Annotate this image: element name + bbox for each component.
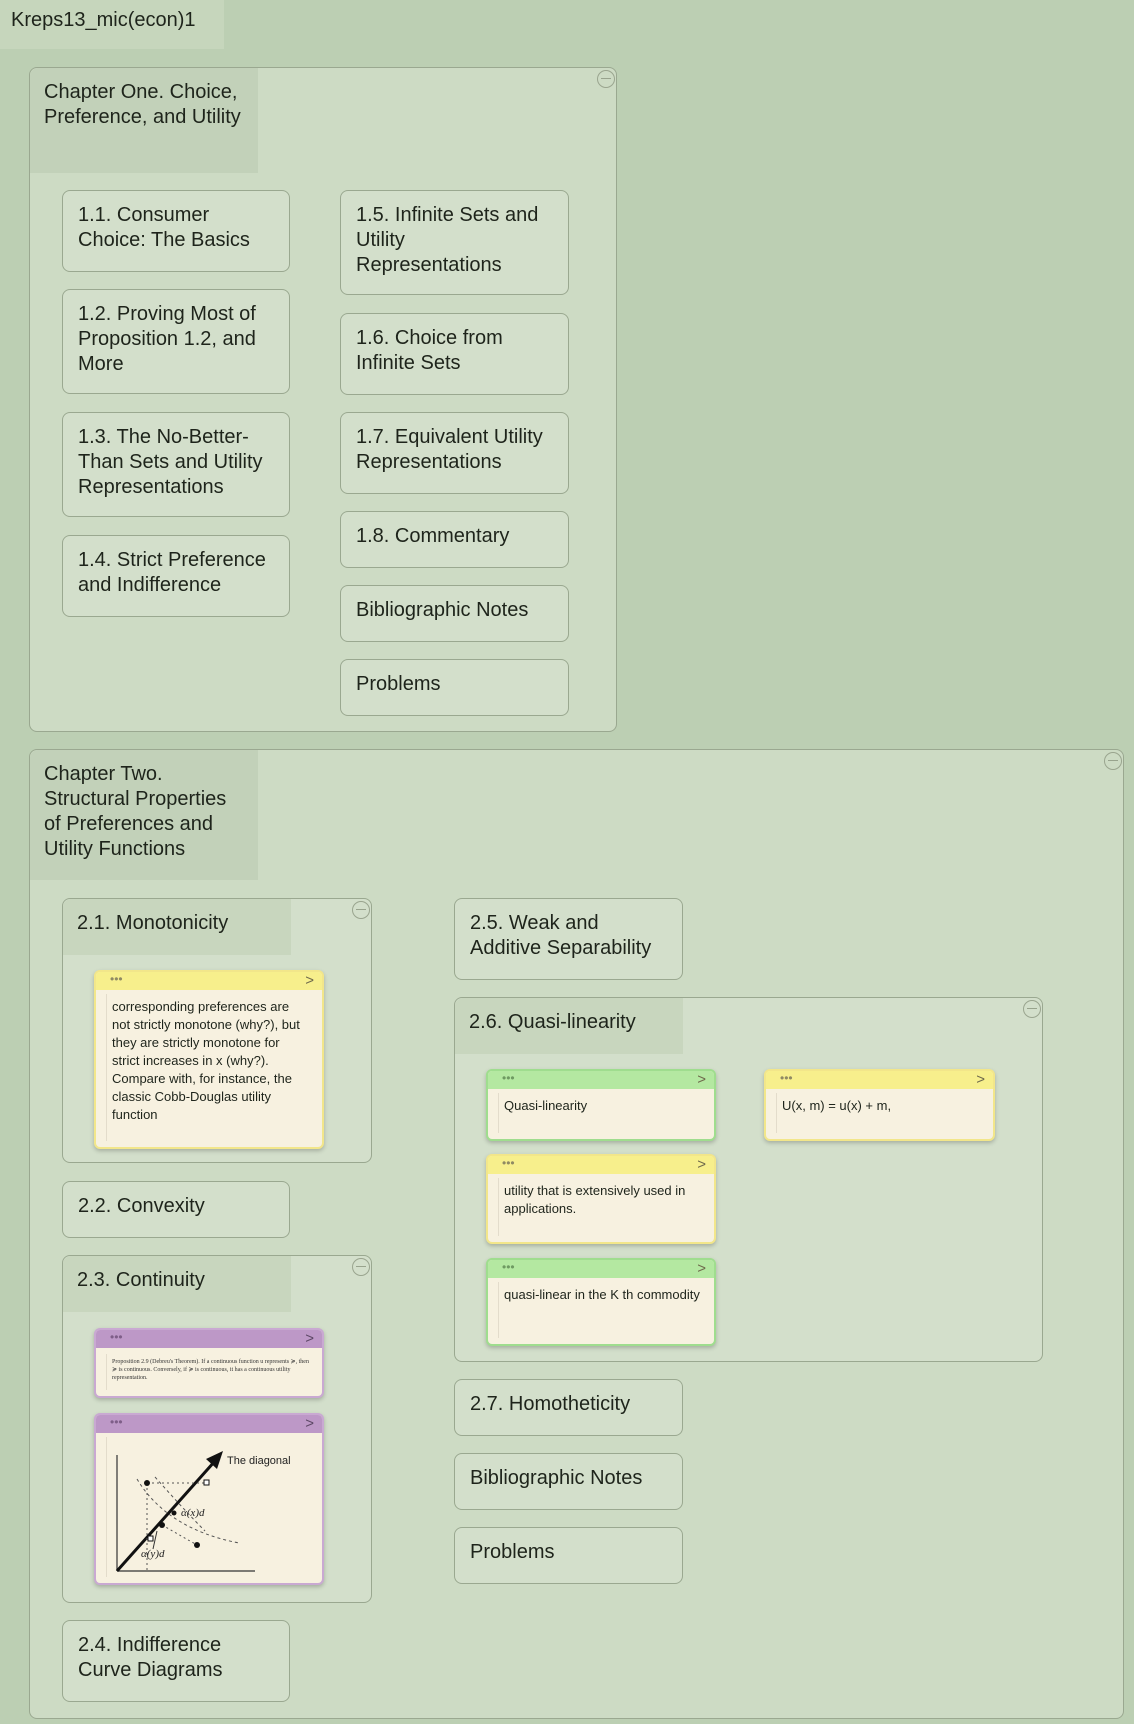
section-2-3-group: 2.3. Continuity ••• > Proposition 2.9 (D… (62, 1255, 372, 1603)
section-2-6-title[interactable]: 2.6. Quasi-linearity (455, 998, 683, 1054)
alpha-y-label: α(y)d (141, 1548, 165, 1560)
section-1-4[interactable]: 1.4. Strict Preference and Indifference (62, 535, 290, 617)
card-header: ••• > (96, 1330, 322, 1348)
chapter-two-group: Chapter Two. Structural Properties of Pr… (29, 749, 1124, 1719)
collapse-icon[interactable] (597, 70, 615, 88)
bibliographic-notes-1[interactable]: Bibliographic Notes (340, 585, 569, 642)
card-header: ••• > (488, 1071, 714, 1089)
section-1-1[interactable]: 1.1. Consumer Choice: The Basics (62, 190, 290, 272)
image-card-proposition[interactable]: ••• > Proposition 2.9 (Debreu's Theorem)… (94, 1328, 324, 1398)
note-text: utility that is extensively used in appl… (498, 1178, 708, 1236)
section-2-6-group: 2.6. Quasi-linearity ••• > Quasi-lineari… (454, 997, 1043, 1362)
card-header: ••• > (96, 1415, 322, 1433)
chapter-one-title[interactable]: Chapter One. Choice, Preference, and Uti… (30, 68, 258, 173)
proposition-excerpt: Proposition 2.9 (Debreu's Theorem). If a… (106, 1354, 316, 1390)
problems-2[interactable]: Problems (454, 1527, 683, 1584)
note-text: U(x, m) = u(x) + m, (776, 1093, 987, 1133)
note-card[interactable]: ••• > quasi-linear in the K th commodity (486, 1258, 716, 1346)
note-card[interactable]: ••• > utility that is extensively used i… (486, 1154, 716, 1244)
section-2-2[interactable]: 2.2. Convexity (62, 1181, 290, 1238)
chevron-right-icon[interactable]: > (697, 1072, 706, 1088)
problems-1[interactable]: Problems (340, 659, 569, 716)
card-header: ••• > (766, 1071, 993, 1089)
note-card[interactable]: ••• > corresponding preferences are not … (94, 970, 324, 1149)
more-icon[interactable]: ••• (502, 1157, 515, 1169)
section-2-4[interactable]: 2.4. Indifference Curve Diagrams (62, 1620, 290, 1702)
section-1-5[interactable]: 1.5. Infinite Sets and Utility Represent… (340, 190, 569, 295)
collapse-icon[interactable] (352, 901, 370, 919)
diagonal-label: The diagonal (227, 1455, 291, 1467)
chevron-right-icon[interactable]: > (305, 973, 314, 989)
alpha-x-label: α(x)d (181, 1507, 205, 1519)
chapter-one-group: Chapter One. Choice, Preference, and Uti… (29, 67, 617, 732)
note-card[interactable]: ••• > U(x, m) = u(x) + m, (764, 1069, 995, 1141)
more-icon[interactable]: ••• (502, 1072, 515, 1084)
section-2-3-title[interactable]: 2.3. Continuity (63, 1256, 291, 1312)
section-2-1-group: 2.1. Monotonicity ••• > corresponding pr… (62, 898, 372, 1163)
section-1-8[interactable]: 1.8. Commentary (340, 511, 569, 568)
note-text: Quasi-linearity (498, 1093, 708, 1133)
chevron-right-icon[interactable]: > (305, 1331, 314, 1347)
collapse-icon[interactable] (352, 1258, 370, 1276)
chevron-right-icon[interactable]: > (976, 1072, 985, 1088)
section-2-1-title[interactable]: 2.1. Monotonicity (63, 899, 291, 955)
note-card[interactable]: ••• > Quasi-linearity (486, 1069, 716, 1141)
section-2-5[interactable]: 2.5. Weak and Additive Separability (454, 898, 683, 980)
section-1-3[interactable]: 1.3. The No-Better-Than Sets and Utility… (62, 412, 290, 517)
more-icon[interactable]: ••• (110, 1416, 123, 1428)
image-card-diagonal-figure[interactable]: ••• > The diagonal α(x)d α(y)d (94, 1413, 324, 1585)
card-header: ••• > (488, 1260, 714, 1278)
chapter-two-title[interactable]: Chapter Two. Structural Properties of Pr… (30, 750, 258, 880)
more-icon[interactable]: ••• (780, 1072, 793, 1084)
section-2-7[interactable]: 2.7. Homotheticity (454, 1379, 683, 1436)
collapse-icon[interactable] (1104, 752, 1122, 770)
section-1-2[interactable]: 1.2. Proving Most of Proposition 1.2, an… (62, 289, 290, 394)
document-title[interactable]: Kreps13_mic(econ)1 (0, 0, 224, 49)
chevron-right-icon[interactable]: > (697, 1261, 706, 1277)
card-body: The diagonal α(x)d α(y)d (106, 1437, 316, 1577)
card-header: ••• > (96, 972, 322, 990)
collapse-icon[interactable] (1023, 1000, 1041, 1018)
chevron-right-icon[interactable]: > (305, 1416, 314, 1432)
section-1-6[interactable]: 1.6. Choice from Infinite Sets (340, 313, 569, 395)
note-text: quasi-linear in the K th commodity (498, 1282, 708, 1338)
bibliographic-notes-2[interactable]: Bibliographic Notes (454, 1453, 683, 1510)
more-icon[interactable]: ••• (110, 1331, 123, 1343)
more-icon[interactable]: ••• (502, 1261, 515, 1273)
section-1-7[interactable]: 1.7. Equivalent Utility Representations (340, 412, 569, 494)
card-header: ••• > (488, 1156, 714, 1174)
diagonal-figure: The diagonal α(x)d α(y)d (115, 1451, 291, 1572)
note-text: corresponding preferences are not strict… (106, 994, 316, 1141)
more-icon[interactable]: ••• (110, 973, 123, 985)
chevron-right-icon[interactable]: > (697, 1157, 706, 1173)
